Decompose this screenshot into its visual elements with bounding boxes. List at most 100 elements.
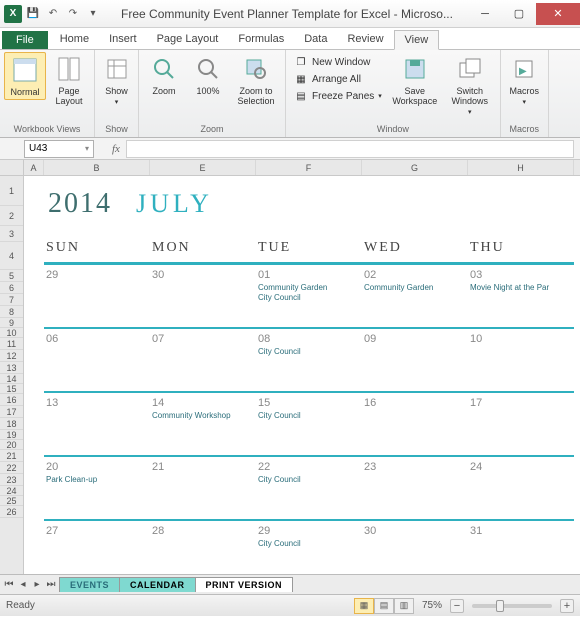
row-header[interactable]: 3 [0,226,23,242]
view-page-break-button[interactable]: ▥ [394,598,414,614]
save-icon[interactable]: 💾 [24,5,42,23]
calendar-cell[interactable]: 01Community GardenCity Council [256,265,362,327]
row-header[interactable]: 10 [0,328,23,338]
row-header[interactable]: 15 [0,384,23,394]
column-header[interactable]: G [362,160,468,175]
calendar-cell[interactable]: 20Park Clean-up [44,457,150,519]
maximize-button[interactable]: ▢ [502,3,536,25]
fx-icon[interactable]: fx [112,143,120,155]
row-header[interactable]: 14 [0,374,23,384]
calendar-cell[interactable]: 21 [150,457,256,519]
qat-dropdown-icon[interactable]: ▾ [84,5,102,23]
column-header[interactable]: E [150,160,256,175]
row-header[interactable]: 11 [0,338,23,350]
row-header[interactable]: 6 [0,282,23,294]
switch-windows-button[interactable]: Switch Windows ▾ [444,52,496,118]
calendar-cell[interactable]: 30 [362,521,468,545]
sheet-tab-events[interactable]: EVENTS [59,577,120,592]
calendar-cell[interactable]: 22City Council [256,457,362,519]
sheet-tab-calendar[interactable]: CALENDAR [119,577,196,592]
calendar-cell[interactable]: 29City Council [256,521,362,545]
calendar-cell[interactable]: 13 [44,393,150,455]
row-header[interactable]: 2 [0,206,23,226]
row-header[interactable]: 21 [0,450,23,462]
minimize-button[interactable]: ─ [468,3,502,25]
calendar-cell[interactable]: 03Movie Night at the Par [468,265,574,327]
column-header[interactable]: H [468,160,574,175]
tab-insert[interactable]: Insert [99,30,147,49]
calendar-cell[interactable]: 23 [362,457,468,519]
row-header[interactable]: 22 [0,462,23,474]
row-header[interactable]: 18 [0,418,23,430]
calendar-cell[interactable]: 16 [362,393,468,455]
tab-page-layout[interactable]: Page Layout [147,30,229,49]
row-header[interactable]: 17 [0,406,23,418]
calendar-cell[interactable]: 30 [150,265,256,327]
calendar-cell[interactable]: 06 [44,329,150,391]
calendar-cell[interactable]: 10 [468,329,574,391]
row-header[interactable]: 9 [0,318,23,328]
tab-last-icon[interactable]: ⏭ [44,579,58,590]
row-header[interactable]: 5 [0,270,23,282]
calendar-cell[interactable]: 29 [44,265,150,327]
tab-next-icon[interactable]: ▸ [30,579,44,590]
calendar-cell[interactable]: 09 [362,329,468,391]
freeze-panes-button[interactable]: ▤Freeze Panes ▾ [292,88,384,104]
zoom-thumb[interactable] [496,600,504,612]
row-header[interactable]: 26 [0,506,23,518]
row-header[interactable]: 13 [0,362,23,374]
calendar-cell[interactable]: 02Community Garden [362,265,468,327]
column-header[interactable]: F [256,160,362,175]
save-workspace-button[interactable]: Save Workspace [388,52,442,108]
sheet-tab-print-version[interactable]: PRINT VERSION [195,577,294,592]
zoom-in-button[interactable]: + [560,599,574,613]
show-button[interactable]: Show ▾ [99,52,134,108]
calendar-cell[interactable]: 08City Council [256,329,362,391]
close-button[interactable]: ✕ [536,3,580,25]
name-box[interactable]: U43 ▾ [24,140,94,158]
tab-prev-icon[interactable]: ◂ [16,579,30,590]
row-header[interactable]: 4 [0,242,23,270]
calendar-cell[interactable]: 28 [150,521,256,545]
view-page-layout-button[interactable]: ▤ [374,598,394,614]
row-header[interactable]: 8 [0,306,23,318]
calendar-cell[interactable]: 24 [468,457,574,519]
formula-input[interactable] [126,140,574,158]
zoom-out-button[interactable]: − [450,599,464,613]
arrange-all-button[interactable]: ▦Arrange All [292,71,384,87]
zoom-slider[interactable] [472,604,552,608]
calendar-cell[interactable]: 31 [468,521,574,545]
zoom-button[interactable]: Zoom [143,52,185,98]
column-header[interactable]: B [44,160,150,175]
calendar-cell[interactable]: 27 [44,521,150,545]
column-header[interactable]: A [24,160,44,175]
normal-view-button[interactable]: Normal [4,52,46,100]
calendar-cell[interactable]: 17 [468,393,574,455]
calendar-cell[interactable]: 07 [150,329,256,391]
file-tab[interactable]: File [2,31,48,49]
row-header[interactable]: 12 [0,350,23,362]
tab-data[interactable]: Data [294,30,337,49]
zoom-100-button[interactable]: 100% [187,52,229,98]
row-header[interactable]: 1 [0,176,23,206]
tab-review[interactable]: Review [337,30,393,49]
row-header[interactable]: 23 [0,474,23,486]
redo-icon[interactable]: ↷ [64,5,82,23]
row-header[interactable]: 19 [0,430,23,440]
zoom-selection-button[interactable]: Zoom to Selection [231,52,281,108]
worksheet[interactable]: 1234567891011121314151617181920212223242… [0,160,580,574]
row-header[interactable]: 24 [0,486,23,496]
macros-button[interactable]: ▶ Macros ▾ [505,52,544,108]
tab-home[interactable]: Home [50,30,99,49]
calendar-cell[interactable]: 15City Council [256,393,362,455]
undo-icon[interactable]: ↶ [44,5,62,23]
tab-first-icon[interactable]: ⏮ [2,579,16,590]
row-header[interactable]: 7 [0,294,23,306]
row-header[interactable]: 16 [0,394,23,406]
row-header[interactable]: 25 [0,496,23,506]
tab-view[interactable]: View [394,30,440,50]
page-layout-button[interactable]: Page Layout [48,52,90,108]
row-header[interactable]: 20 [0,440,23,450]
view-normal-button[interactable]: ▦ [354,598,374,614]
new-window-button[interactable]: ❐New Window [292,54,384,70]
